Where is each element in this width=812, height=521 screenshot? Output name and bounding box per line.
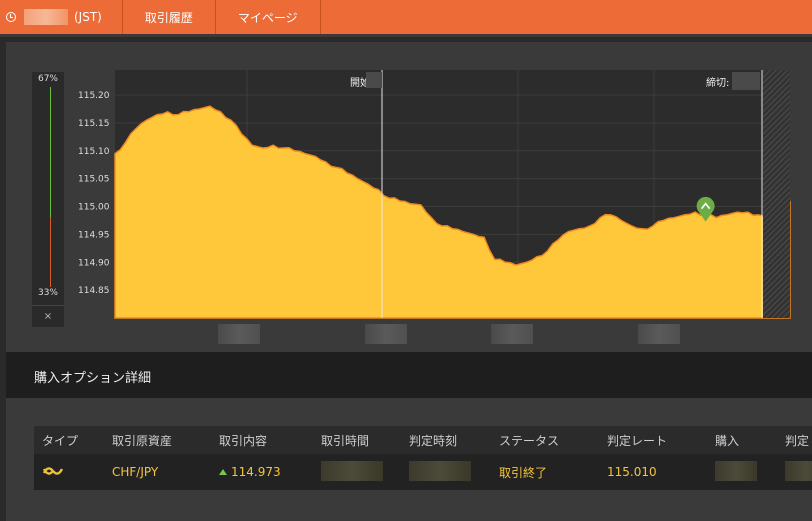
header-trade-time: 取引時間 — [321, 433, 370, 448]
content-cell: 114.973 — [211, 465, 313, 479]
judge-cell — [777, 460, 812, 484]
y-tick-label: 115.20 — [78, 91, 110, 101]
price-chart: 115.20 115.15 115.10 115.05 115.00 114.95 114.… — [78, 70, 791, 319]
y-tick-label: 115.00 — [78, 203, 110, 213]
server-time: (JST) — [0, 0, 123, 34]
judge-rate-cell: 115.010 — [607, 465, 657, 479]
nav-trade-history[interactable]: 取引履歴 — [123, 0, 216, 34]
y-tick-label: 114.85 — [78, 286, 110, 296]
details-title: 購入オプション詳細 — [34, 371, 152, 386]
header-judge-rate: 判定レート — [607, 433, 668, 448]
status-cell: 取引終了 — [499, 465, 548, 480]
up-arrow-icon — [219, 469, 227, 475]
x-tick-redacted — [491, 324, 533, 344]
table-header: タイプ 取引原資産 取引内容 取引時間 判定時刻 ステータス 判定レート 購入 … — [34, 426, 812, 454]
nav-divider — [0, 34, 812, 37]
chart-panel: 67% 33% × 115.20 115.15 115.10 115.05 115.00… — [6, 42, 812, 352]
purchase-redacted — [715, 460, 757, 481]
table-area: タイプ 取引原資産 取引内容 取引時間 判定時刻 ステータス 判定レート 購入 … — [6, 398, 812, 521]
time-zone-label: (JST) — [74, 10, 102, 24]
judge-time-cell — [401, 460, 491, 484]
y-tick-label: 114.95 — [78, 230, 110, 240]
time-value-redacted — [24, 9, 68, 25]
header-purchase: 購入 — [715, 433, 740, 448]
options-table: タイプ 取引原資産 取引内容 取引時間 判定時刻 ステータス 判定レート 購入 … — [34, 426, 812, 490]
judge-time-redacted — [409, 460, 471, 481]
trade-time-cell — [313, 460, 401, 484]
header-asset: 取引原資産 — [112, 433, 173, 448]
top-nav: (JST) 取引履歴 マイページ — [0, 0, 812, 34]
y-axis: 115.20 115.15 115.10 115.05 115.00 114.95 114.… — [78, 91, 110, 296]
purchase-cell — [707, 460, 777, 484]
y-tick-label: 114.90 — [78, 258, 110, 268]
type-cell — [34, 463, 104, 482]
x-tick-redacted — [218, 324, 260, 344]
y-tick-label: 115.05 — [78, 175, 110, 185]
header-type: タイプ — [42, 433, 79, 448]
header-judge-time: 判定時刻 — [409, 433, 458, 448]
table-row[interactable]: CHF/JPY 114.973 取引終了 115.010 — [34, 454, 812, 490]
trade-time-redacted — [321, 460, 383, 481]
expired-zone — [763, 70, 790, 318]
y-tick-label: 115.15 — [78, 119, 110, 129]
clock-icon — [6, 12, 16, 22]
x-tick-redacted — [365, 324, 407, 344]
y-tick-label: 115.10 — [78, 147, 110, 157]
nav-my-page[interactable]: マイページ — [216, 0, 321, 34]
judge-redacted — [785, 460, 812, 481]
ladder-type-icon — [42, 466, 64, 475]
header-status: ステータス — [499, 433, 560, 448]
content-value: 114.973 — [231, 465, 281, 479]
end-time-redacted — [732, 72, 760, 90]
end-label: 締切: — [706, 76, 729, 89]
asset-cell: CHF/JPY — [112, 465, 159, 479]
header-judge: 判定 — [785, 433, 810, 448]
header-content: 取引内容 — [219, 433, 268, 448]
x-tick-redacted — [638, 324, 680, 344]
start-time-redacted — [366, 72, 382, 88]
details-header: 購入オプション詳細 — [6, 352, 812, 398]
